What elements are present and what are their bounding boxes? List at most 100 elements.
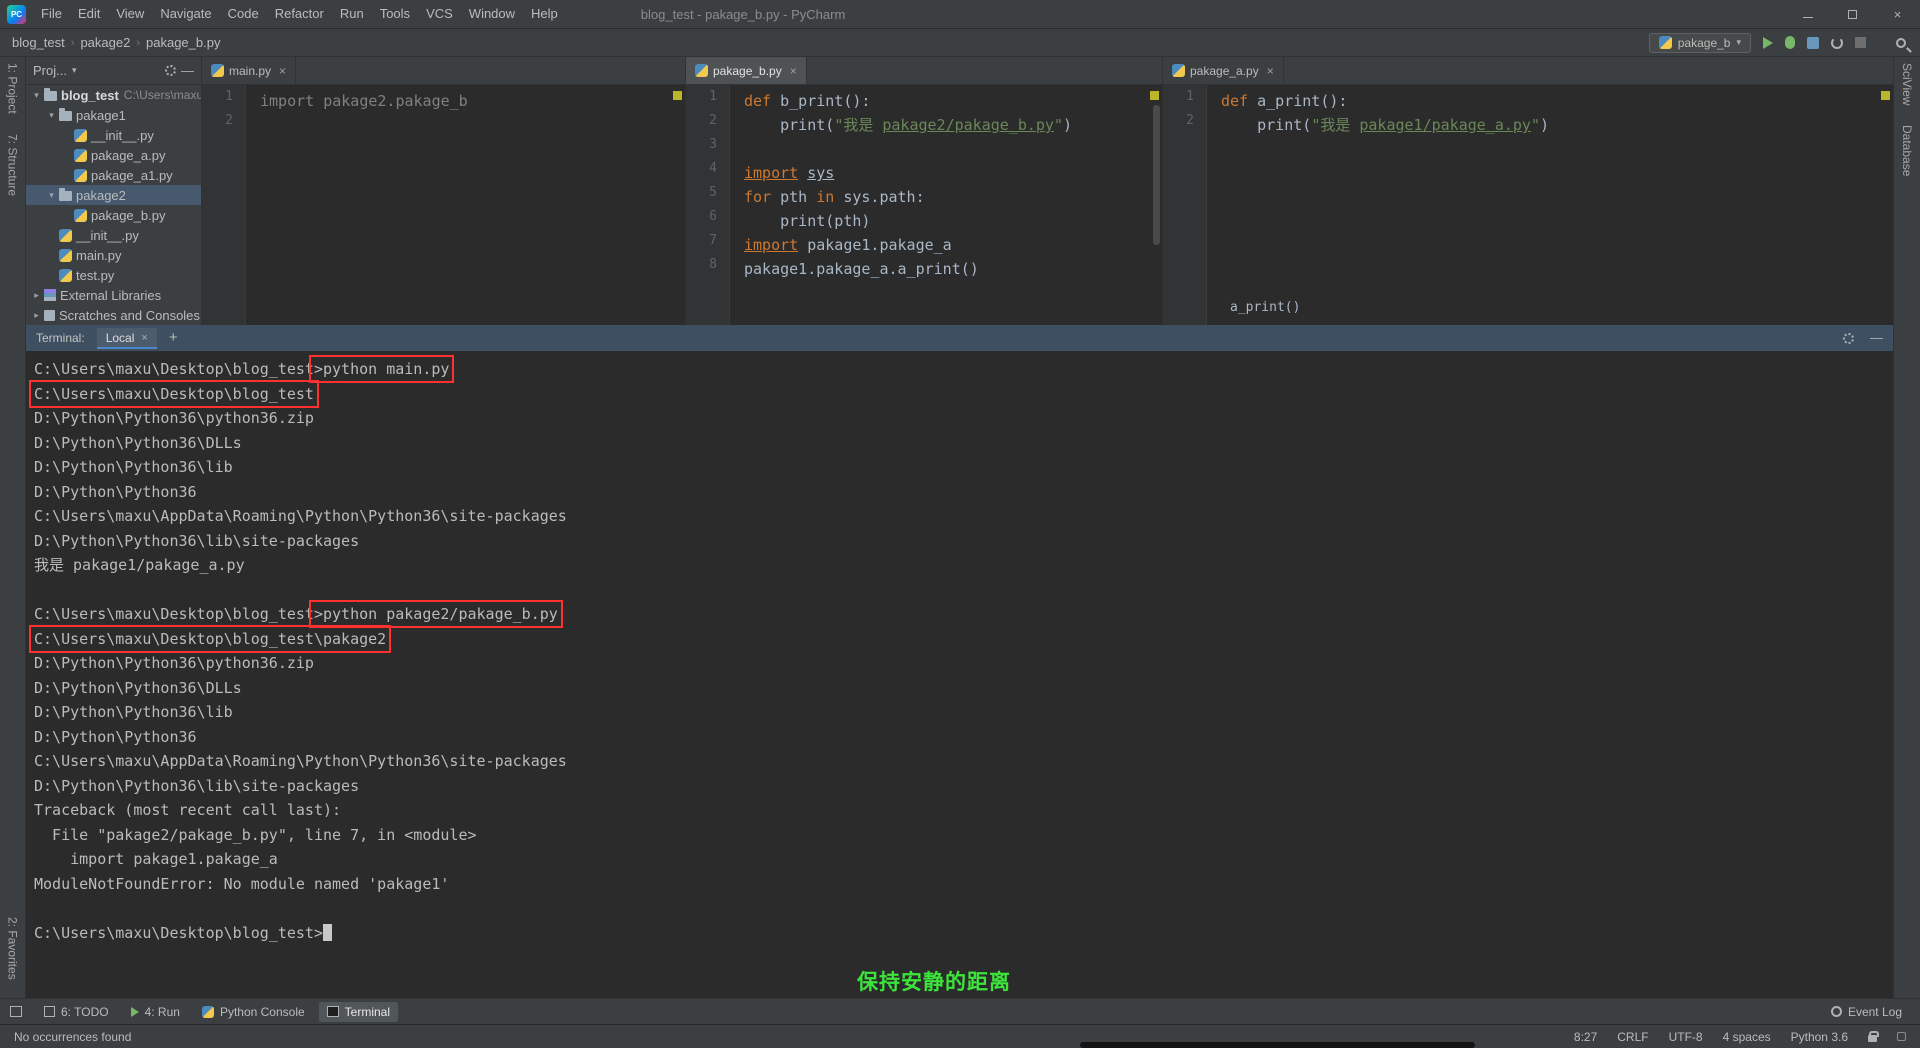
tree-item-pakage2[interactable]: ▾ pakage2 — [26, 185, 201, 205]
terminal-line: C:\Users\maxu\Desktop\blog_test — [29, 379, 1893, 408]
editor-code[interactable]: import pakage2.pakage_b — [246, 85, 685, 325]
tree-item-init-py[interactable]: __init__.py — [26, 225, 201, 245]
line-endings[interactable]: CRLF — [1617, 1030, 1648, 1044]
tree-item-pakage1[interactable]: ▾ pakage1 — [26, 105, 201, 125]
expand-arrow-icon[interactable]: ▸ — [30, 310, 43, 321]
terminal-tab-local[interactable]: Local × — [96, 327, 157, 349]
expand-arrow-icon[interactable]: ▾ — [45, 190, 58, 201]
tree-item-label: pakage_b.py — [91, 207, 166, 223]
terminal-text: import pakage1.pakage_a — [34, 850, 278, 868]
window-title: blog_test - pakage_b.py - PyCharm — [640, 6, 846, 22]
hide-panel-icon[interactable]: — — [181, 64, 194, 77]
menu-edit[interactable]: Edit — [70, 0, 108, 28]
file-encoding[interactable]: UTF-8 — [1669, 1030, 1703, 1044]
menu-view[interactable]: View — [108, 0, 152, 28]
tree-item-external-libraries[interactable]: ▸ External Libraries — [26, 285, 201, 305]
code-line: def a_print(): — [1221, 89, 1893, 113]
breadcrumb-item-blog-test[interactable]: blog_test — [10, 35, 67, 50]
line-number: 1 — [709, 89, 717, 104]
expand-arrow-icon[interactable]: ▾ — [30, 90, 43, 101]
menu-tools[interactable]: Tools — [372, 0, 418, 28]
close-tab-icon[interactable]: × — [279, 64, 286, 78]
annotation-highlight: >python pakage2/pakage_b.py — [308, 600, 563, 628]
new-terminal-session-button[interactable]: + — [169, 330, 178, 345]
coverage-button[interactable] — [1807, 36, 1819, 49]
tree-item-test-py[interactable]: test.py — [26, 265, 201, 285]
toolwindow-button-4-run[interactable]: 4: Run — [123, 1002, 188, 1022]
menu-help[interactable]: Help — [523, 0, 566, 28]
menu-code[interactable]: Code — [220, 0, 267, 28]
interpreter[interactable]: Python 3.6 — [1791, 1030, 1848, 1044]
stripe-button-2-favorites[interactable]: 2: Favorites — [6, 917, 20, 980]
chevron-down-icon[interactable]: ▾ — [72, 65, 77, 76]
toolwindow-button-terminal[interactable]: Terminal — [318, 1001, 399, 1022]
editor-code[interactable]: def a_print(): print("我是 pakage1/pakage_… — [1207, 85, 1893, 325]
caret-position[interactable]: 8:27 — [1574, 1030, 1597, 1044]
tree-item-scratches-and-consoles[interactable]: ▸ Scratches and Consoles — [26, 305, 201, 325]
search-everywhere-icon[interactable] — [1896, 37, 1906, 48]
python-icon — [59, 268, 72, 282]
terminal-line: D:\Python\Python36\lib — [34, 700, 1893, 725]
toolwindow-label: Python Console — [219, 1004, 305, 1019]
event-log-button[interactable]: Event Log — [1823, 1002, 1910, 1022]
maximize-button[interactable] — [1830, 0, 1875, 28]
line-number: 2 — [709, 113, 717, 128]
menu-vcs[interactable]: VCS — [418, 0, 461, 28]
lock-icon[interactable] — [1868, 1030, 1879, 1042]
tree-item-init-py[interactable]: __init__.py — [26, 125, 201, 145]
stripe-button-7-structure[interactable]: 7: Structure — [6, 134, 20, 196]
run-button[interactable] — [1763, 36, 1773, 49]
gear-icon[interactable] — [165, 65, 176, 76]
profiler-button[interactable] — [1831, 36, 1843, 49]
tree-item-blog-test[interactable]: ▾ blog_test C:\Users\maxu — [26, 85, 201, 105]
editor-code[interactable]: def b_print(): print("我是 pakage2/pakage_… — [730, 85, 1162, 325]
toolwindow-button-6-todo[interactable]: 6: TODO — [36, 1002, 117, 1022]
toolwindow-switcher-icon[interactable] — [10, 1006, 22, 1017]
stripe-button-database[interactable]: Database — [1900, 125, 1914, 176]
tree-item-pakage-a-py[interactable]: pakage_a.py — [26, 145, 201, 165]
project-panel-title[interactable]: Proj... — [33, 63, 67, 78]
terminal-output[interactable]: C:\Users\maxu\Desktop\blog_test>python m… — [26, 351, 1893, 998]
editor-tab-label: pakage_b.py — [713, 63, 782, 78]
expand-arrow-icon[interactable]: ▸ — [30, 290, 43, 301]
run-config-select[interactable]: pakage_b ▾ — [1648, 32, 1751, 53]
code-segment: print( — [744, 116, 835, 134]
editor-pakage-a-py[interactable]: 1 2 def a_print(): print("我是 pakage1/pakag… — [1163, 85, 1893, 325]
editor-tab-pakage-b-py[interactable]: pakage_b.py × — [686, 57, 807, 84]
status-bar: No occurrences found 8:27 CRLF UTF-8 4 s… — [0, 1024, 1920, 1048]
code-segment: sys.path: — [843, 188, 925, 206]
tree-item-pakage-a1-py[interactable]: pakage_a1.py — [26, 165, 201, 185]
editor-main-py[interactable]: 1 2 import pakage2.pakage_b — [202, 85, 685, 325]
close-tab-icon[interactable]: × — [790, 64, 797, 78]
gear-icon[interactable] — [1843, 332, 1854, 344]
stripe-button-1-project[interactable]: 1: Project — [6, 63, 20, 114]
tree-item-pakage-b-py[interactable]: pakage_b.py — [26, 205, 201, 225]
close-terminal-tab-icon[interactable]: × — [141, 332, 147, 344]
minimize-button[interactable] — [1785, 0, 1830, 28]
menu-file[interactable]: File — [33, 0, 70, 28]
tree-item-main-py[interactable]: main.py — [26, 245, 201, 265]
menu-refactor[interactable]: Refactor — [267, 0, 332, 28]
debug-button[interactable] — [1785, 36, 1795, 49]
breadcrumb-item-pakage-b-py[interactable]: pakage_b.py — [144, 35, 222, 50]
close-button[interactable]: × — [1875, 0, 1920, 28]
close-tab-icon[interactable]: × — [1267, 64, 1274, 78]
editor-tab-pakage-a-py[interactable]: pakage_a.py × — [1163, 57, 1284, 84]
editor-pakage-b-py[interactable]: 1 2 3 4 5 6 7 8 def b_print(): print("我是 pakage2… — [686, 85, 1162, 325]
menu-navigate[interactable]: Navigate — [152, 0, 219, 28]
breadcrumb-item-pakage2[interactable]: pakage2 — [78, 35, 132, 50]
hide-terminal-icon[interactable]: — — [1870, 331, 1883, 344]
menu-window[interactable]: Window — [461, 0, 523, 28]
tree-item-label: blog_test — [61, 87, 119, 103]
stripe-button-sciview[interactable]: SciView — [1900, 63, 1914, 105]
menu-run[interactable]: Run — [332, 0, 372, 28]
tree-item-label: __init__.py — [91, 127, 154, 143]
editor-tab-main-py[interactable]: main.py × — [202, 57, 297, 84]
terminal-line: D:\Python\Python36\lib\site-packages — [34, 774, 1893, 799]
toolwindow-button-python-console[interactable]: Python Console — [194, 1002, 313, 1022]
maximize-icon — [1848, 9, 1857, 19]
line-number: 4 — [709, 161, 717, 176]
code-segment: def — [744, 92, 781, 110]
expand-arrow-icon[interactable]: ▾ — [45, 110, 58, 121]
indent-size[interactable]: 4 spaces — [1723, 1030, 1771, 1044]
